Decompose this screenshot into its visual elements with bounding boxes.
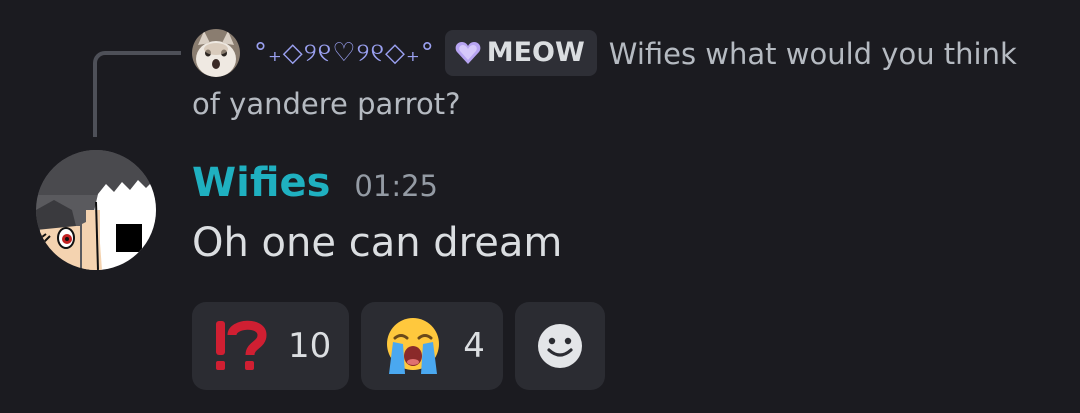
smiley-add-reaction-icon — [537, 324, 582, 368]
timestamp[interactable]: 01:25 — [354, 169, 438, 203]
clan-tag-label: MEOW — [486, 37, 585, 68]
reaction-count: 10 — [288, 326, 332, 366]
heart-badge-icon — [455, 42, 481, 64]
author-avatar[interactable] — [36, 150, 156, 270]
clan-tag[interactable]: MEOW — [444, 30, 597, 76]
author-name[interactable]: Wifies — [192, 160, 330, 206]
message-header: Wifies 01:25 — [192, 160, 438, 212]
reaction-crying[interactable]: 4 — [361, 302, 503, 390]
chat-message-view: °₊◇୨୧♡୨୧◇₊° MEOW Wifies what would you thi… — [0, 0, 1080, 413]
reaction-interrobang[interactable]: 10 — [192, 302, 350, 390]
reply-author-name[interactable]: °₊◇୨୧♡୨୧◇₊° — [254, 38, 435, 68]
add-reaction-button[interactable] — [514, 302, 605, 390]
reply-preview[interactable]: °₊◇୨୧♡୨୧◇₊° MEOW Wifies what would you thi… — [192, 29, 1052, 128]
reply-author-avatar[interactable] — [192, 29, 240, 77]
reply-connector — [93, 51, 181, 137]
message-content: Oh one can dream — [192, 220, 563, 266]
reactions-bar: 10 4 — [192, 302, 617, 390]
reaction-count: 4 — [463, 326, 485, 366]
interrobang-icon — [216, 320, 267, 370]
loudly-crying-face-icon — [387, 318, 440, 374]
